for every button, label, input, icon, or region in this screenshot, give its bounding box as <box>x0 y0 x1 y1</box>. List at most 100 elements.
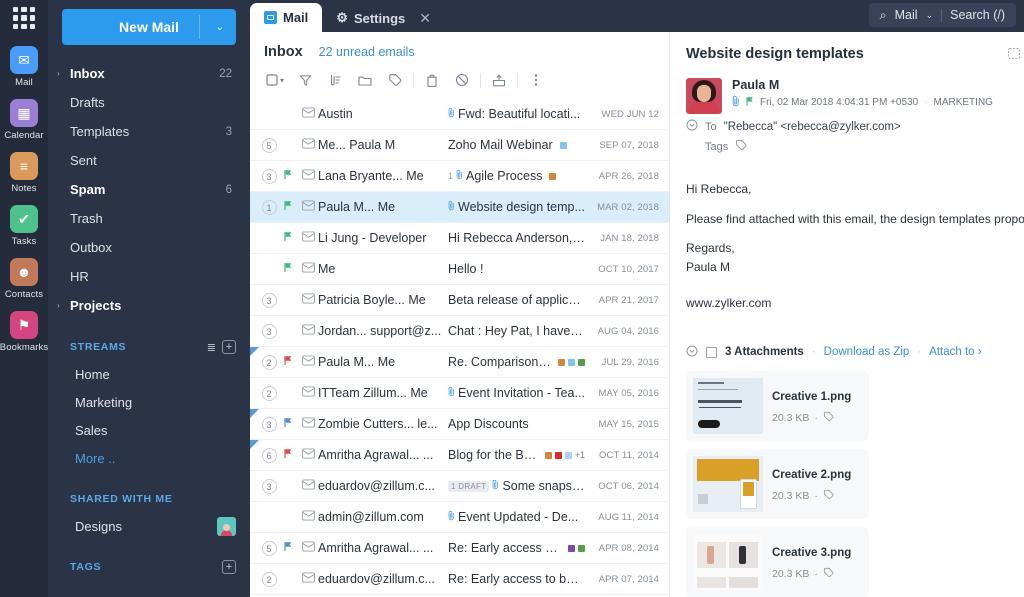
select-all-checkbox[interactable]: ▾ <box>260 68 290 92</box>
table-row[interactable]: 2 Paula M... Me Re. Comparison ... JUL 29, … <box>250 347 669 378</box>
table-row[interactable]: 6 Amritha Agrawal... ... Blog for the Be..… <box>250 440 669 471</box>
flag-icon[interactable] <box>284 417 298 431</box>
shared-item-designs[interactable]: Designs <box>48 512 250 540</box>
table-row[interactable]: 3 Patricia Boyle... Me Beta release of app… <box>250 285 669 316</box>
expand-icon[interactable] <box>1008 48 1020 62</box>
chevron-down-icon[interactable]: ⌄ <box>216 22 224 33</box>
sender-name: Zombie Cutters... le... <box>318 417 438 431</box>
streams-sort-icon[interactable]: ≣ <box>207 341 216 354</box>
table-row[interactable]: Me Hello ! OCT 10, 2017 <box>250 254 669 285</box>
flag-icon[interactable] <box>284 262 298 276</box>
email-subject: Beta release of applica... <box>448 293 585 307</box>
close-icon[interactable]: ✕ <box>419 10 431 27</box>
new-mail-button[interactable]: New Mail ⌄ <box>62 9 236 45</box>
search-input[interactable]: Search (/) <box>950 8 1005 22</box>
sidebar-item-label: Spam <box>70 182 106 197</box>
sender-name: Patricia Boyle... Me <box>318 293 426 307</box>
attach-to-link[interactable]: Attach to › <box>929 346 981 358</box>
block-icon[interactable] <box>447 68 477 92</box>
rail-item-notes[interactable]: ≡ Notes <box>0 152 48 194</box>
stream-item-home[interactable]: Home <box>48 360 250 388</box>
sidebar-item-projects[interactable]: › Projects <box>48 291 250 320</box>
envelope-icon <box>298 231 318 245</box>
table-row[interactable]: 3 Jordan... support@z... Chat : Hey Pat, I… <box>250 316 669 347</box>
chevron-right-icon[interactable]: › <box>57 301 60 310</box>
sidebar-item-drafts[interactable]: Drafts <box>48 88 250 117</box>
delete-icon[interactable] <box>417 68 447 92</box>
attachment-clip-icon <box>448 386 455 400</box>
table-row[interactable]: 2 ITTeam Zillum... Me Event Invitation - T… <box>250 378 669 409</box>
flag-icon[interactable] <box>284 200 298 214</box>
tab-settings[interactable]: ⚙ Settings ✕ <box>322 4 445 32</box>
attachments-bar: 3 Attachments · Download as Zip · Attach… <box>686 334 1024 360</box>
sidebar-item-templates[interactable]: Templates 3 <box>48 117 250 146</box>
rail-item-tasks[interactable]: ✔ Tasks <box>0 205 48 247</box>
flag-icon[interactable] <box>284 541 298 555</box>
sidebar-item-outbox[interactable]: Outbox <box>48 233 250 262</box>
table-row[interactable]: 3 Zombie Cutters... le... App Discounts MAY… <box>250 409 669 440</box>
search-scope-chevron-down-icon[interactable]: ⌄ <box>926 10 934 21</box>
flag-icon[interactable] <box>284 169 298 183</box>
table-row[interactable]: 2 eduardov@zillum.c... Re: Early access to… <box>250 564 669 595</box>
move-to-folder-icon[interactable] <box>350 68 380 92</box>
stream-item-label: Marketing <box>75 394 133 410</box>
add-tag-button[interactable]: + <box>222 560 236 574</box>
rail-item-bookmarks[interactable]: ⚑ Bookmarks <box>0 311 48 353</box>
email-date: SEP 07, 2018 <box>599 139 659 151</box>
table-row[interactable]: 5 Me... Paula M Zoho Mail Webinar SEP 07, 2… <box>250 130 669 161</box>
filter-icon[interactable] <box>290 68 320 92</box>
chevron-right-icon[interactable]: › <box>57 69 60 78</box>
attachment-card[interactable]: Creative 3.png 20.3 KB · <box>686 526 869 597</box>
table-row[interactable]: Austin Fwd: Beautiful locati... WED JUN 12 <box>250 99 669 130</box>
stream-item-marketing[interactable]: Marketing <box>48 388 250 416</box>
sidebar-item-hr[interactable]: HR <box>48 262 250 291</box>
sidebar-item-trash[interactable]: Trash <box>48 204 250 233</box>
sidebar-item-sent[interactable]: Sent <box>48 146 250 175</box>
sort-icon[interactable] <box>320 68 350 92</box>
chevron-down-icon[interactable] <box>686 119 698 134</box>
rail-item-contacts[interactable]: ☻ Contacts <box>0 258 48 300</box>
tag-icon[interactable] <box>735 138 747 156</box>
flag-icon[interactable] <box>284 355 298 369</box>
tag-swatch <box>558 358 565 366</box>
sidebar-item-inbox[interactable]: › Inbox 22 <box>48 59 250 88</box>
archive-icon[interactable] <box>484 68 514 92</box>
sidebar-item-spam[interactable]: Spam 6 <box>48 175 250 204</box>
tab-mail[interactable]: Mail <box>250 3 323 32</box>
table-row[interactable]: 1 Paula M... Me Website design temp... MAR … <box>250 192 669 223</box>
tab-mail-label: Mail <box>283 10 309 25</box>
thread-count: 1 <box>254 199 284 215</box>
flag-icon[interactable] <box>284 231 298 245</box>
attachment-card[interactable]: Creative 1.png 20.3 KB · <box>686 370 869 441</box>
table-row[interactable]: 3 Lana Bryante... Me 1 Agile Process APR 26,… <box>250 161 669 192</box>
table-row[interactable]: 3 eduardov@zillum.c... 1 DRAFT Some snaps f… <box>250 471 669 502</box>
add-stream-button[interactable]: + <box>222 340 236 354</box>
chevron-down-icon[interactable]: ▾ <box>280 76 284 85</box>
download-zip-link[interactable]: Download as Zip <box>824 346 910 358</box>
attachments-checkbox[interactable] <box>706 346 717 358</box>
rail-item-calendar[interactable]: ▦ Calendar <box>0 99 48 141</box>
sender-name: eduardov@zillum.c... <box>318 479 435 493</box>
app-grid-icon[interactable] <box>13 7 35 29</box>
table-row[interactable]: Li Jung - Developer Hi Rebecca Anderson, … <box>250 223 669 254</box>
tag-icon[interactable] <box>380 68 410 92</box>
tag-swatch <box>549 172 557 180</box>
email-date: APR 07, 2014 <box>598 573 659 585</box>
shared-item-label: Designs <box>75 518 122 534</box>
tag-icon[interactable] <box>823 411 834 425</box>
stream-item-more[interactable]: More .. <box>48 444 250 472</box>
tag-icon[interactable] <box>823 567 834 581</box>
flag-icon[interactable] <box>284 448 298 462</box>
tags-title: TAGS <box>70 561 102 573</box>
tag-icon[interactable] <box>823 489 834 503</box>
unread-count-link[interactable]: 22 unread emails <box>319 45 415 59</box>
search-bar[interactable]: ⌕ Mail ⌄ Search (/) <box>868 3 1016 27</box>
rail-item-mail[interactable]: ✉ Mail <box>0 46 48 88</box>
attachment-card[interactable]: Creative 2.png 20.3 KB · <box>686 448 869 519</box>
stream-item-sales[interactable]: Sales <box>48 416 250 444</box>
chevron-down-icon[interactable] <box>686 345 698 360</box>
more-options-icon[interactable] <box>521 68 551 92</box>
search-scope-label[interactable]: Mail <box>895 8 918 22</box>
table-row[interactable]: 5 Amritha Agrawal... ... Re: Early access … <box>250 533 669 564</box>
table-row[interactable]: admin@zillum.com Event Updated - De... AUG… <box>250 502 669 533</box>
